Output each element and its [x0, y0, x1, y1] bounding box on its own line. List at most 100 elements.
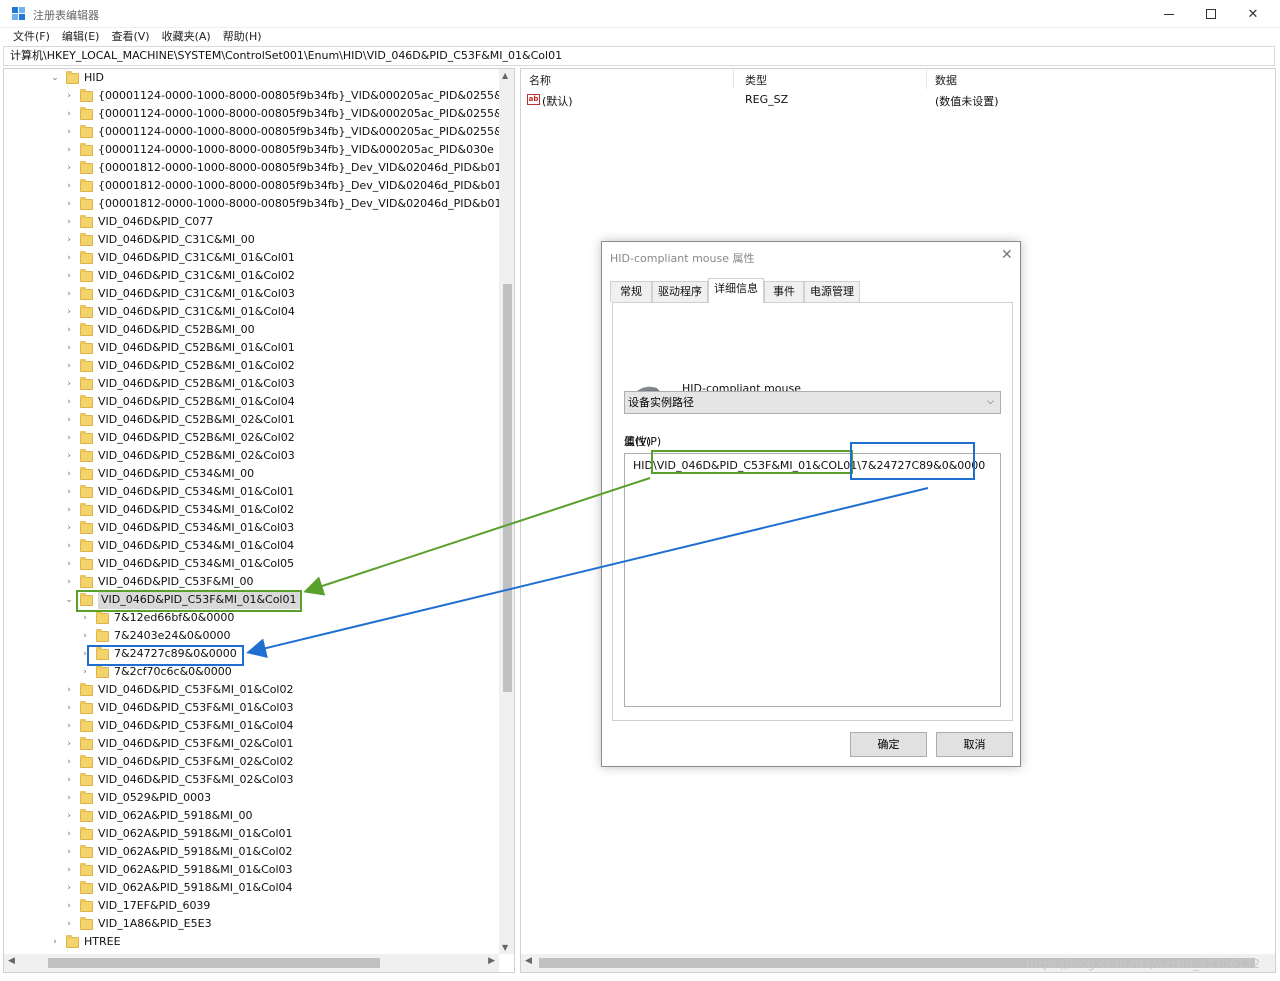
- tree-item[interactable]: › {00001124-0000-1000-8000-00805f9b34fb}_…: [64, 141, 494, 159]
- tree-item[interactable]: › VID_062A&PID_5918&MI_01&Col02: [64, 843, 293, 861]
- chevron-right-icon[interactable]: ›: [64, 195, 74, 213]
- tab-events[interactable]: 事件: [764, 281, 804, 302]
- tree-item[interactable]: › VID_046D&PID_C52B&MI_01&Col04: [64, 393, 295, 411]
- chevron-right-icon[interactable]: ›: [64, 501, 74, 519]
- tree-item[interactable]: › VID_0529&PID_0003: [64, 789, 211, 807]
- tree-child-item[interactable]: › 7&2cf70c6c&0&0000: [80, 663, 232, 681]
- tab-details[interactable]: 详细信息: [708, 278, 764, 303]
- tree-item[interactable]: › VID_062A&PID_5918&MI_01&Col04: [64, 879, 293, 897]
- tree-hscroll-thumb[interactable]: [48, 958, 380, 968]
- tree-item[interactable]: › VID_046D&PID_C31C&MI_01&Col03: [64, 285, 295, 303]
- tree-item[interactable]: › VID_046D&PID_C52B&MI_01&Col02: [64, 357, 295, 375]
- tree-horizontal-scrollbar[interactable]: ◀ ▶: [4, 954, 499, 972]
- chevron-right-icon[interactable]: ›: [64, 447, 74, 465]
- column-type[interactable]: 类型: [745, 72, 767, 88]
- chevron-right-icon[interactable]: ›: [80, 627, 90, 645]
- chevron-right-icon[interactable]: ›: [64, 87, 74, 105]
- chevron-down-icon[interactable]: ⌄: [50, 69, 60, 87]
- chevron-right-icon[interactable]: ›: [64, 483, 74, 501]
- chevron-right-icon[interactable]: ›: [64, 393, 74, 411]
- chevron-right-icon[interactable]: ›: [64, 753, 74, 771]
- tab-general[interactable]: 常规: [610, 281, 652, 302]
- tree-item[interactable]: › VID_046D&PID_C534&MI_01&Col01: [64, 483, 294, 501]
- chevron-right-icon[interactable]: ›: [64, 375, 74, 393]
- chevron-right-icon[interactable]: ›: [50, 933, 60, 951]
- tree-vertical-scrollbar[interactable]: ▲ ▼: [499, 69, 514, 954]
- tree-item[interactable]: › VID_046D&PID_C52B&MI_00: [64, 321, 255, 339]
- chevron-right-icon[interactable]: ›: [64, 339, 74, 357]
- column-divider[interactable]: [926, 69, 927, 89]
- scroll-up-icon[interactable]: ▲: [502, 71, 508, 80]
- chevron-right-icon[interactable]: ›: [64, 159, 74, 177]
- chevron-right-icon[interactable]: ›: [64, 231, 74, 249]
- registry-tree[interactable]: ⌄ HID › {00001124-0000-1000-8000-00805f9b34…: [3, 68, 515, 973]
- chevron-right-icon[interactable]: ›: [64, 519, 74, 537]
- tree-item[interactable]: › VID_062A&PID_5918&MI_01&Col03: [64, 861, 293, 879]
- chevron-right-icon[interactable]: ›: [80, 609, 90, 627]
- menu-edit[interactable]: 编辑(E): [56, 28, 106, 46]
- chevron-right-icon[interactable]: ›: [64, 267, 74, 285]
- tree-item[interactable]: › {00001812-0000-1000-8000-00805f9b34fb}_…: [64, 159, 514, 177]
- tree-item[interactable]: › {00001124-0000-1000-8000-00805f9b34fb}_…: [64, 123, 514, 141]
- tree-root-hid[interactable]: ⌄ HID: [50, 69, 104, 87]
- tree-scroll-thumb[interactable]: [503, 284, 512, 692]
- tree-item[interactable]: › VID_046D&PID_C534&MI_01&Col02: [64, 501, 294, 519]
- chevron-right-icon[interactable]: ›: [64, 825, 74, 843]
- cancel-button[interactable]: 取消: [936, 732, 1013, 757]
- tree-item[interactable]: › VID_046D&PID_C52B&MI_02&Col02: [64, 429, 295, 447]
- chevron-right-icon[interactable]: ›: [64, 537, 74, 555]
- chevron-right-icon[interactable]: ›: [64, 213, 74, 231]
- menu-view[interactable]: 查看(V): [105, 28, 155, 46]
- tree-item[interactable]: › VID_046D&PID_C52B&MI_02&Col01: [64, 411, 295, 429]
- minimize-button[interactable]: [1146, 0, 1192, 28]
- chevron-right-icon[interactable]: ›: [64, 303, 74, 321]
- tree-item[interactable]: › VID_046D&PID_C52B&MI_01&Col01: [64, 339, 295, 357]
- tree-item[interactable]: › VID_046D&PID_C31C&MI_01&Col02: [64, 267, 295, 285]
- tree-child-item[interactable]: › 7&2403e24&0&0000: [80, 627, 230, 645]
- tree-item[interactable]: › VID_046D&PID_C534&MI_00: [64, 465, 254, 483]
- tree-item[interactable]: › VID_046D&PID_C534&MI_01&Col03: [64, 519, 294, 537]
- tree-item[interactable]: › VID_046D&PID_C534&MI_01&Col05: [64, 555, 294, 573]
- chevron-right-icon[interactable]: ›: [80, 645, 90, 663]
- tree-item[interactable]: › VID_046D&PID_C53F&MI_01&Col03: [64, 699, 294, 717]
- tree-item[interactable]: › VID_046D&PID_C53F&MI_02&Col02: [64, 753, 294, 771]
- menu-help[interactable]: 帮助(H): [217, 28, 268, 46]
- chevron-right-icon[interactable]: ›: [64, 321, 74, 339]
- chevron-right-icon[interactable]: ›: [64, 879, 74, 897]
- chevron-right-icon[interactable]: ›: [64, 105, 74, 123]
- scroll-left-icon[interactable]: ◀: [8, 956, 15, 966]
- ok-button[interactable]: 确定: [850, 732, 927, 757]
- tree-child-item[interactable]: › 7&12ed66bf&0&0000: [80, 609, 234, 627]
- chevron-down-icon[interactable]: ⌄: [64, 591, 74, 609]
- tree-item[interactable]: › VID_046D&PID_C52B&MI_02&Col03: [64, 447, 295, 465]
- column-divider[interactable]: [733, 69, 734, 89]
- tree-item[interactable]: › {00001124-0000-1000-8000-00805f9b34fb}_…: [64, 105, 514, 123]
- column-data[interactable]: 数据: [935, 72, 957, 88]
- tree-item[interactable]: › {00001124-0000-1000-8000-00805f9b34fb}_…: [64, 87, 514, 105]
- chevron-right-icon[interactable]: ›: [64, 843, 74, 861]
- chevron-right-icon[interactable]: ›: [64, 915, 74, 933]
- chevron-right-icon[interactable]: ›: [64, 717, 74, 735]
- tab-driver[interactable]: 驱动程序: [652, 281, 708, 302]
- chevron-right-icon[interactable]: ›: [64, 555, 74, 573]
- chevron-right-icon[interactable]: ›: [64, 285, 74, 303]
- chevron-right-icon[interactable]: ›: [64, 897, 74, 915]
- tree-item[interactable]: › VID_17EF&PID_6039: [64, 897, 210, 915]
- tree-item[interactable]: › VID_046D&PID_C53F&MI_02&Col03: [64, 771, 294, 789]
- menu-file[interactable]: 文件(F): [0, 28, 56, 46]
- close-button[interactable]: ✕: [1230, 0, 1276, 28]
- chevron-right-icon[interactable]: ›: [64, 789, 74, 807]
- tree-item[interactable]: › VID_046D&PID_C077: [64, 213, 213, 231]
- tree-item[interactable]: › VID_046D&PID_C53F&MI_02&Col01: [64, 735, 294, 753]
- address-bar[interactable]: 计算机\HKEY_LOCAL_MACHINE\SYSTEM\ControlSet…: [3, 46, 1275, 66]
- chevron-right-icon[interactable]: ›: [80, 663, 90, 681]
- scroll-right-icon[interactable]: ▶: [488, 956, 495, 966]
- tree-item-htree[interactable]: › HTREE: [50, 933, 121, 951]
- chevron-right-icon[interactable]: ›: [64, 177, 74, 195]
- tree-item[interactable]: › VID_062A&PID_5918&MI_00: [64, 807, 253, 825]
- tree-item[interactable]: › VID_046D&PID_C31C&MI_00: [64, 231, 255, 249]
- tree-item[interactable]: › VID_046D&PID_C31C&MI_01&Col01: [64, 249, 295, 267]
- tree-item[interactable]: › {00001812-0000-1000-8000-00805f9b34fb}_…: [64, 177, 514, 195]
- chevron-right-icon[interactable]: ›: [64, 141, 74, 159]
- chevron-right-icon[interactable]: ›: [64, 861, 74, 879]
